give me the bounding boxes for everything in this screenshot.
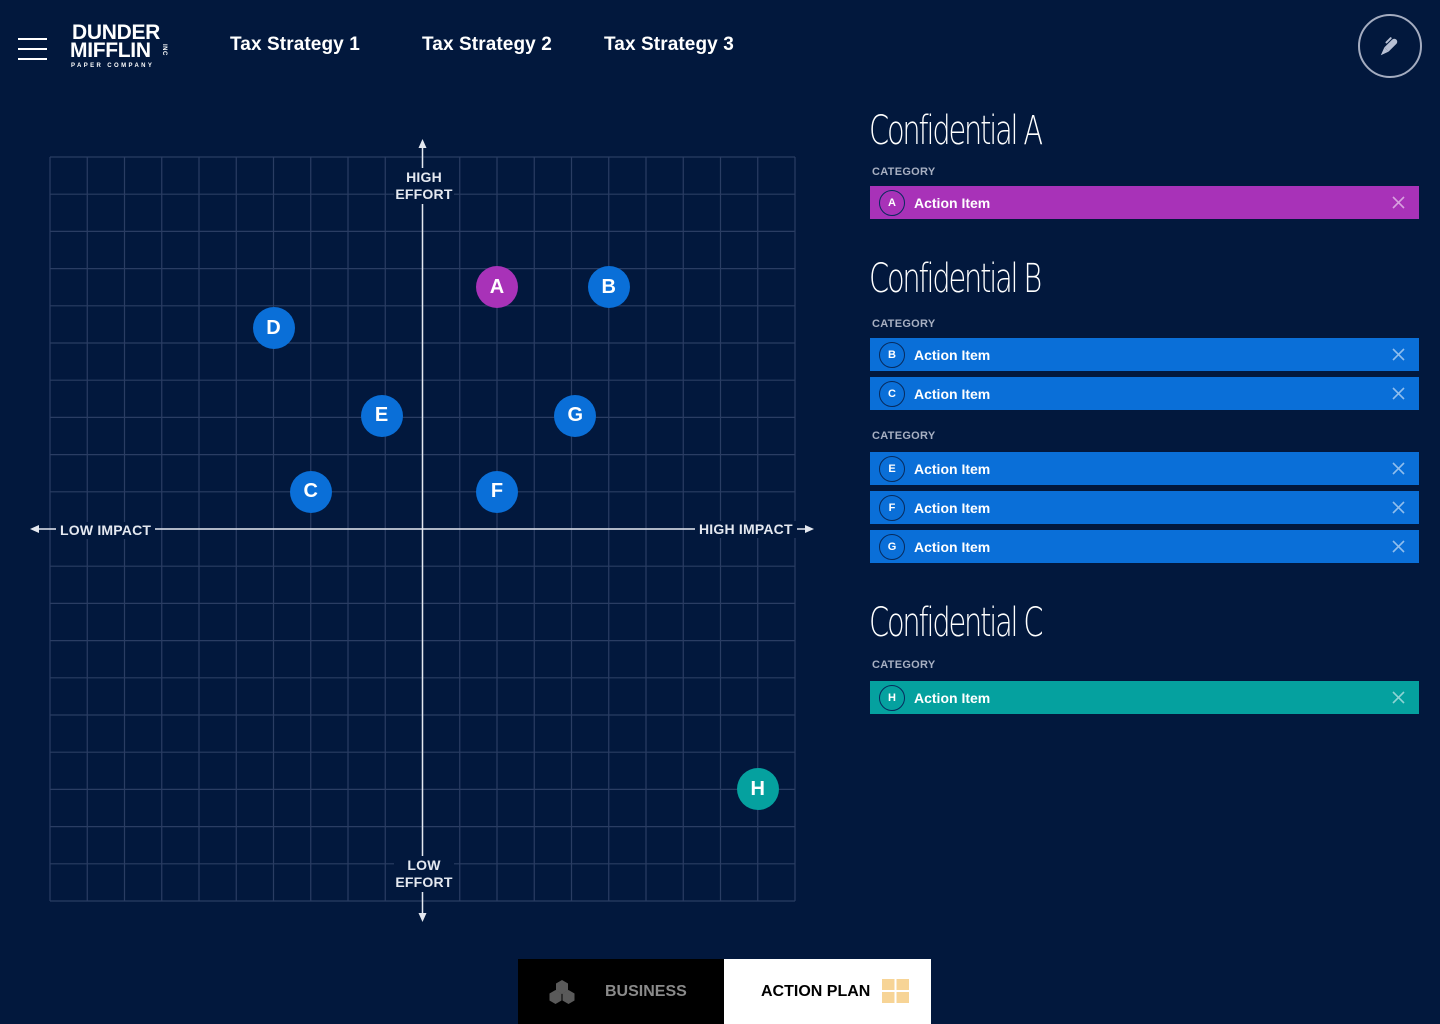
close-icon[interactable] (1391, 539, 1406, 554)
tab-business-label: BUSINESS (605, 982, 687, 1000)
action-item-a[interactable]: A Action Item (870, 186, 1419, 219)
chart-point-b[interactable]: B (587, 266, 630, 309)
chart-point-h[interactable]: H (736, 768, 779, 811)
item-label: Action Item (914, 346, 991, 363)
close-icon[interactable] (1391, 195, 1406, 210)
category-label: CATEGORY (872, 659, 936, 671)
action-item-g[interactable]: G Action Item (870, 530, 1419, 563)
action-item-h[interactable]: H Action Item (870, 681, 1419, 714)
arrow-left-icon (30, 525, 39, 533)
item-label: Action Item (914, 538, 991, 555)
item-badge: H (879, 684, 905, 711)
item-badge: F (879, 494, 905, 521)
y-axis-low-line1: LOW (407, 857, 441, 873)
tab-action-plan-label: ACTION PLAN (761, 982, 871, 1000)
close-icon[interactable] (1391, 347, 1406, 362)
action-item-b[interactable]: B Action Item (870, 338, 1419, 371)
pen-icon (1380, 37, 1398, 56)
item-badge: B (879, 341, 905, 368)
chart-point-e[interactable]: E (360, 394, 403, 437)
item-label: Action Item (914, 689, 991, 706)
bottom-tab-bar: BUSINESS ACTION PLAN (518, 959, 931, 1024)
grid-squares-icon (882, 979, 909, 1003)
item-label: Action Item (914, 499, 991, 516)
chart-grid (30, 139, 814, 922)
y-axis-high-line1: HIGH (406, 169, 442, 185)
tab-action-plan[interactable]: ACTION PLAN (724, 959, 931, 1024)
section-title: Confidential C (869, 600, 1044, 646)
x-axis-low-label: LOW IMPACT (56, 522, 156, 539)
category-label: CATEGORY (872, 166, 936, 178)
item-label: Action Item (914, 194, 991, 211)
close-icon[interactable] (1391, 500, 1406, 515)
item-badge: C (879, 380, 905, 407)
action-item-e[interactable]: E Action Item (870, 452, 1419, 485)
item-label: Action Item (914, 460, 991, 477)
arrow-up-icon (418, 139, 427, 148)
close-icon[interactable] (1391, 461, 1406, 476)
chart-point-c[interactable]: C (289, 470, 332, 513)
chart-point-f[interactable]: F (476, 470, 518, 513)
category-label: CATEGORY (872, 430, 936, 442)
y-axis-high-line2: EFFORT (395, 186, 453, 202)
item-badge: G (879, 533, 905, 560)
section-title: Confidential A (869, 108, 1043, 154)
hexagons-icon (549, 980, 575, 1004)
arrow-down-icon (418, 913, 427, 922)
tab-business[interactable]: BUSINESS (518, 959, 724, 1024)
close-icon[interactable] (1391, 690, 1406, 705)
item-badge: A (879, 189, 905, 216)
x-axis-high-label: HIGH IMPACT (695, 521, 797, 538)
close-icon[interactable] (1391, 386, 1406, 401)
action-item-c[interactable]: C Action Item (870, 377, 1419, 410)
item-label: Action Item (914, 385, 991, 402)
y-axis-low-line2: EFFORT (395, 874, 453, 890)
item-badge: E (879, 455, 905, 482)
category-label: CATEGORY (872, 318, 936, 330)
chart-point-g[interactable]: G (554, 394, 597, 437)
action-item-f[interactable]: F Action Item (870, 491, 1419, 524)
impact-effort-chart: HIGH EFFORT LOW EFFORT LOW IMPACT HIGH I… (0, 0, 840, 940)
edit-button[interactable] (1358, 14, 1422, 78)
chart-point-d[interactable]: D (252, 307, 295, 350)
section-title: Confidential B (869, 256, 1042, 302)
y-axis-low-label: LOW EFFORT (394, 856, 454, 892)
chart-point-a[interactable]: A (476, 266, 518, 309)
y-axis-high-label: HIGH EFFORT (394, 168, 454, 204)
arrow-right-icon (805, 525, 814, 533)
